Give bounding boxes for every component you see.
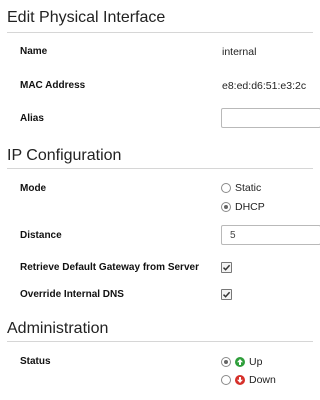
mode-label: Mode (20, 183, 47, 194)
arrow-down-icon (235, 375, 245, 385)
section-divider (7, 168, 313, 169)
alias-input[interactable] (221, 108, 320, 128)
radio-button[interactable] (221, 202, 231, 212)
section-divider (7, 32, 313, 33)
status-option-label: Down (249, 374, 276, 386)
mode-radio-static[interactable]: Static (221, 181, 261, 195)
status-option-label: Up (249, 356, 263, 368)
mode-radio-dhcp[interactable]: DHCP (221, 200, 265, 214)
mac-address-label: MAC Address (20, 80, 86, 91)
alias-label: Alias (20, 113, 44, 124)
section-title-ip-configuration: IP Configuration (7, 147, 122, 164)
status-radio-up[interactable]: Up (221, 355, 262, 369)
status-label: Status (20, 356, 51, 367)
edit-interface-panel: Edit Physical Interface Name internal MA… (0, 0, 320, 400)
radio-button[interactable] (221, 375, 231, 385)
dns-checkbox[interactable] (221, 289, 232, 300)
section-divider (7, 341, 313, 342)
section-title-edit-interface: Edit Physical Interface (7, 9, 166, 26)
name-label: Name (20, 46, 48, 57)
radio-button[interactable] (221, 183, 231, 193)
mode-option-label: Static (235, 182, 262, 194)
status-radio-down[interactable]: Down (221, 373, 276, 387)
arrow-up-icon (235, 357, 245, 367)
checkmark-icon (222, 291, 231, 298)
distance-input[interactable] (221, 225, 320, 245)
mode-option-label: DHCP (235, 201, 265, 213)
distance-label: Distance (20, 230, 62, 241)
mac-address-value: e8:ed:d6:51:e3:2c (222, 80, 307, 92)
section-title-administration: Administration (7, 320, 109, 337)
name-value: internal (222, 46, 257, 58)
radio-button[interactable] (221, 357, 231, 367)
gateway-label: Retrieve Default Gateway from Server (20, 262, 199, 273)
gateway-checkbox[interactable] (221, 262, 232, 273)
dns-label: Override Internal DNS (20, 289, 124, 300)
checkmark-icon (222, 264, 231, 271)
